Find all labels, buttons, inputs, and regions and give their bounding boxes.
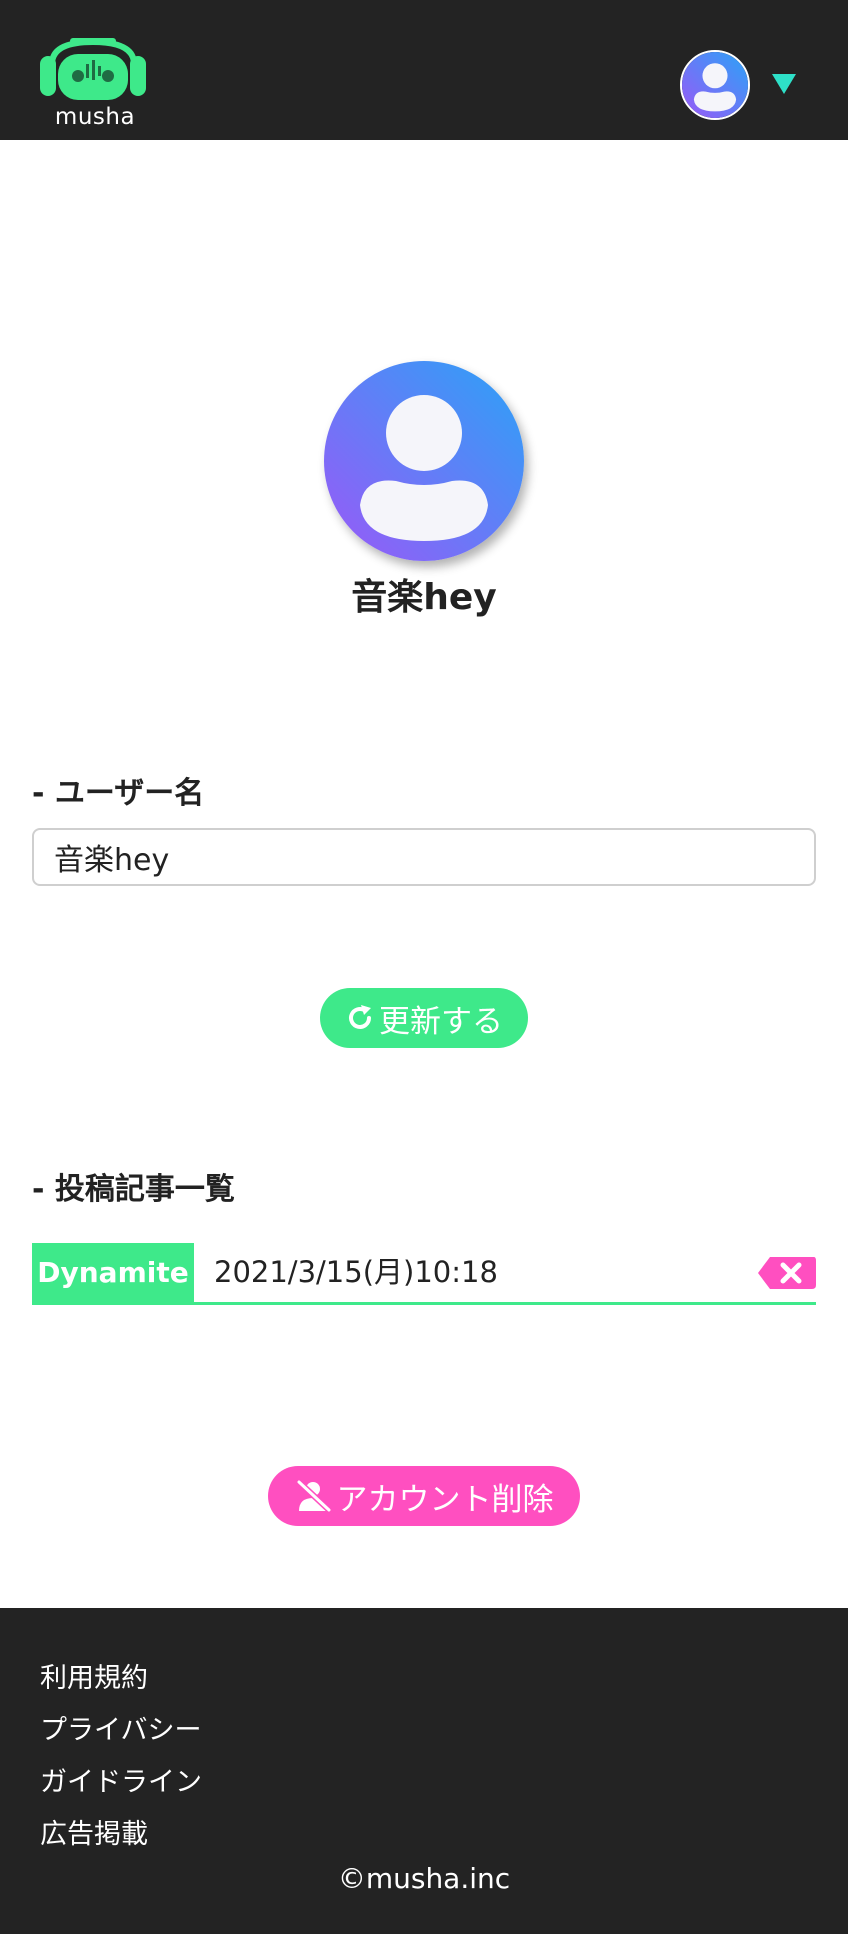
footer-link-advertising[interactable]: 広告掲載 xyxy=(40,1812,148,1851)
copyright: ©musha.inc xyxy=(337,1862,511,1895)
header-user-avatar[interactable] xyxy=(680,50,750,120)
robot-headphones-icon xyxy=(40,38,146,100)
post-title-tag[interactable]: Dynamite xyxy=(32,1243,194,1302)
logo[interactable]: musha xyxy=(38,34,148,134)
footer-link-privacy[interactable]: プライバシー xyxy=(40,1708,201,1747)
dropdown-caret-icon[interactable] xyxy=(770,72,798,96)
footer-link-guidelines[interactable]: ガイドライン xyxy=(40,1760,202,1799)
user-slash-icon xyxy=(295,1479,332,1513)
user-avatar-icon xyxy=(682,52,748,118)
profile-name: 音楽hey xyxy=(351,577,497,618)
refresh-icon xyxy=(349,1005,371,1029)
update-button-label: 更新する xyxy=(379,1003,503,1040)
update-button[interactable]: 更新する xyxy=(320,988,528,1048)
backspace-x-icon[interactable] xyxy=(756,1255,818,1291)
username-input[interactable] xyxy=(32,828,816,886)
delete-account-label: アカウント削除 xyxy=(336,1481,554,1518)
posts-section-label: - 投稿記事一覧 xyxy=(32,1172,235,1207)
footer-link-terms[interactable]: 利用規約 xyxy=(40,1656,148,1695)
list-item[interactable]: Dynamite 2021/3/15(月)10:18 xyxy=(32,1243,816,1305)
username-section-label: - ユーザー名 xyxy=(32,776,205,811)
profile-avatar xyxy=(324,361,524,561)
header-bar: musha xyxy=(0,0,848,140)
logo-text: musha xyxy=(54,104,136,130)
delete-account-button[interactable]: アカウント削除 xyxy=(268,1466,580,1526)
post-date: 2021/3/15(月)10:18 xyxy=(214,1255,498,1289)
user-avatar-icon xyxy=(324,361,524,561)
